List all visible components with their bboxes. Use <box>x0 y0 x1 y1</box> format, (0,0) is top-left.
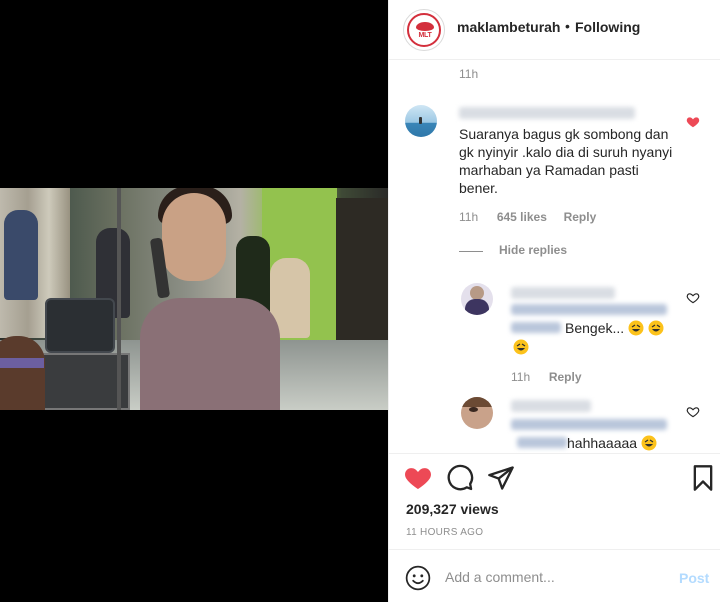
comment-text: Suaranya bagus gk sombong dan gk nyinyir… <box>459 126 673 196</box>
author-avatar[interactable]: MLT <box>403 9 445 51</box>
reply-text: Bengek... <box>565 319 664 337</box>
post-comment-button[interactable]: Post <box>679 570 709 586</box>
lips-logo-icon <box>416 22 434 31</box>
video-mic-stand <box>117 188 121 410</box>
comment-time: 11h <box>459 210 479 224</box>
reply-username-blurred[interactable] <box>511 400 591 412</box>
reply-text-content: hahhaaaaa <box>567 435 638 451</box>
video-foreground-headband <box>0 358 44 368</box>
post-timestamp: 11 HOURS AGO <box>406 527 484 538</box>
comment-reply-button[interactable]: Reply <box>564 210 597 224</box>
emoji-smile-icon[interactable] <box>405 565 431 591</box>
reply-mention-blurred[interactable] <box>517 437 567 448</box>
reply-mention-blurred[interactable] <box>511 322 561 333</box>
comments-list[interactable]: 11h Suaranya bagus gk sombong dan gk nyi… <box>389 61 720 453</box>
post-side-panel: MLT maklambeturah • Following 11h Suaran… <box>388 0 720 602</box>
video-background-door <box>336 198 388 348</box>
reply-avatar[interactable] <box>461 397 493 429</box>
caption-timestamp: 11h <box>459 67 479 81</box>
post-header: MLT maklambeturah • Following <box>389 0 720 60</box>
commenter-avatar[interactable] <box>405 105 437 137</box>
comment-liked-heart-icon[interactable] <box>686 115 700 129</box>
reply-mention-blurred[interactable] <box>511 304 667 315</box>
comment-bubble-icon[interactable] <box>446 464 474 492</box>
commenter-username-blurred[interactable] <box>459 107 635 119</box>
reply-username-blurred[interactable] <box>511 287 615 299</box>
header-separator: • <box>565 18 570 34</box>
reply-avatar[interactable] <box>461 283 493 315</box>
comment-input[interactable] <box>445 566 665 588</box>
reply-text: hahhaaaaa <box>567 434 657 452</box>
hide-replies-line <box>459 251 483 252</box>
bookmark-icon[interactable] <box>689 464 717 492</box>
hide-replies-button[interactable]: Hide replies <box>499 243 567 257</box>
rofl-emoji-icon <box>641 435 657 451</box>
video-singer <box>140 188 280 410</box>
rofl-emoji-icon <box>513 339 529 355</box>
reply-like-heart-icon[interactable] <box>686 291 700 305</box>
heart-filled-icon[interactable] <box>404 464 432 492</box>
post-video[interactable] <box>0 188 388 410</box>
avatar-logo-text: MLT <box>418 32 432 39</box>
comment-likes[interactable]: 645 likes <box>497 210 547 224</box>
view-count[interactable]: 209,327 views <box>406 501 499 517</box>
comment-meta: 11h 645 likes Reply <box>459 210 596 224</box>
reply-time: 11h <box>511 370 531 384</box>
following-button[interactable]: Following <box>575 19 640 35</box>
post-actions-bar: 209,327 views 11 HOURS AGO <box>389 453 720 549</box>
video-speaker <box>45 298 115 353</box>
add-comment-bar: Post <box>389 549 720 602</box>
reply-text-content: Bengek... <box>565 320 625 336</box>
reply-meta: 11h Reply <box>511 370 582 384</box>
video-background-person <box>4 210 38 300</box>
reply-reply-button[interactable]: Reply <box>549 370 582 384</box>
rofl-emoji-icon <box>648 320 664 336</box>
video-foreground-person <box>0 336 45 410</box>
paper-plane-icon[interactable] <box>487 464 515 492</box>
rofl-emoji-icon <box>628 320 644 336</box>
reply-mention-blurred[interactable] <box>511 419 667 430</box>
author-username[interactable]: maklambeturah <box>457 19 560 35</box>
reply-like-heart-icon[interactable] <box>686 405 700 419</box>
post-media-panel <box>0 0 388 602</box>
